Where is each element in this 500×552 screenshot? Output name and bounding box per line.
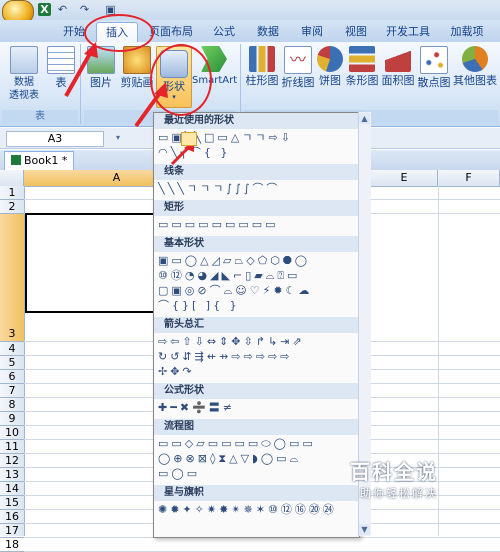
area-chart-label: 面积图	[381, 74, 415, 87]
recent-line-shape-highlight	[181, 132, 197, 146]
tab-data[interactable]: 数据	[250, 22, 286, 42]
menu-section-header: 星与旗帜	[154, 485, 359, 501]
shape-gallery-row[interactable]: ⇨⇦⇧⇩⇔⇕✥⇳↱↳⇥⇗	[158, 335, 354, 349]
tab-view[interactable]: 视图	[338, 22, 374, 42]
shape-gallery-row[interactable]: ↻↺⇵⇶⇷⇸⇨⇨⇨⇨⇨	[158, 350, 354, 364]
pivot-table-label: 数据 透视表	[9, 77, 39, 101]
tab-review[interactable]: 审阅	[294, 22, 330, 42]
scatter-chart-button[interactable]: 散点图	[416, 46, 452, 89]
menu-section-header: 箭头总汇	[154, 317, 359, 333]
menu-section-header: 流程图	[154, 419, 359, 435]
workbook-tab-label: Book1 *	[24, 154, 68, 167]
row-header-18[interactable]: 18	[0, 538, 24, 552]
bar-chart-icon	[349, 46, 375, 72]
column-chart-button[interactable]: 柱形图	[244, 46, 280, 87]
other-charts-button[interactable]: 其他图表	[452, 46, 498, 87]
pie-chart-label: 饼图	[319, 74, 341, 87]
area-chart-button[interactable]: 面积图	[380, 46, 416, 87]
menu-section-header: 基本形状	[154, 236, 359, 252]
column-header-f[interactable]: F	[438, 170, 500, 186]
select-all-corner[interactable]	[0, 170, 24, 186]
shape-gallery-row[interactable]: ▣▭◯△◿▱⏢◇⬠⬡⯃◯	[158, 254, 354, 268]
annotation-arrow-1	[64, 42, 98, 97]
tab-addins[interactable]: 加载项	[442, 22, 492, 42]
shape-gallery-row[interactable]: ◯⊕⊗⊠◊⧗△▽◗◯▭⌓	[158, 452, 354, 466]
area-chart-icon	[385, 46, 411, 72]
tab-developer[interactable]: 开发工具	[380, 22, 436, 42]
column-header-e[interactable]: E	[370, 170, 438, 186]
row-header-13[interactable]: 13	[0, 468, 24, 482]
shape-gallery-row[interactable]: ✺✹✦✧✷✸✴✵✶⑩⑫⑯⑳㉔	[158, 503, 354, 517]
tab-formulas[interactable]: 公式	[206, 22, 242, 42]
pie-chart-button[interactable]: 饼图	[316, 46, 344, 87]
name-box[interactable]: A3	[6, 131, 104, 147]
row-header-16[interactable]: 16	[0, 510, 24, 524]
redo-icon[interactable]: ↷	[78, 3, 91, 16]
row-header-7[interactable]: 7	[0, 384, 24, 398]
column-chart-label: 柱形图	[245, 74, 279, 87]
row-header-6[interactable]: 6	[0, 370, 24, 384]
quick-access-toolbar	[0, 0, 500, 20]
scatter-chart-icon	[420, 46, 448, 74]
excel-icon: X	[38, 3, 51, 16]
workbook-tab[interactable]: Book1 *	[4, 151, 75, 170]
undo-icon[interactable]: ↶	[56, 3, 69, 16]
shape-gallery-row[interactable]: ⑩⑫◔◕◢◣⌐▯▰⌓⍰▭	[158, 269, 354, 283]
column-chart-icon	[249, 46, 275, 72]
shape-gallery-row[interactable]: ✢✥↷	[158, 365, 354, 379]
line-chart-label: 折线图	[281, 76, 315, 89]
tables-group-label: 表	[2, 110, 78, 124]
shape-gallery-row[interactable]: ▭◯▭	[158, 467, 354, 481]
shape-gallery-row[interactable]: ▭▭◇▱▭▭▭▭⬭◯▭▭	[158, 437, 354, 451]
row-header-4[interactable]: 4	[0, 342, 24, 356]
scroll-up-icon[interactable]: ▲	[359, 113, 370, 124]
row-header-9[interactable]: 9	[0, 412, 24, 426]
pivot-table-icon	[10, 46, 38, 74]
scroll-down-icon[interactable]: ▼	[359, 524, 370, 535]
row-header-3[interactable]: 3	[0, 214, 24, 342]
watermark-subtitle: 助你轻松解决	[360, 487, 438, 500]
menu-section-header: 公式形状	[154, 383, 359, 399]
bar-chart-label: 条形图	[345, 74, 379, 87]
menu-section-header: 矩形	[154, 200, 359, 216]
shape-gallery-row[interactable]: ⌒{}[ ]{ }	[158, 299, 354, 313]
pivot-table-button[interactable]: 数据 透视表	[2, 46, 46, 102]
scatter-chart-label: 散点图	[417, 76, 451, 89]
watermark: 百科全说 助你轻松解决	[350, 456, 465, 516]
shape-gallery-row[interactable]: ▭▭▭▭▭▭▭▭▭	[158, 218, 354, 232]
annotation-arrow-2	[134, 82, 168, 128]
watermark-title: 百科全说	[350, 460, 438, 484]
row-header-15[interactable]: 15	[0, 496, 24, 510]
shape-gallery-row[interactable]: ╲╲╲ㄱㄱㄱ∫∫∫⌒⌒	[158, 182, 354, 196]
line-chart-button[interactable]: 〰 折线图	[280, 46, 316, 89]
other-charts-icon	[462, 46, 488, 72]
row-header-11[interactable]: 11	[0, 440, 24, 454]
row-header-14[interactable]: 14	[0, 482, 24, 496]
row-header-8[interactable]: 8	[0, 398, 24, 412]
pie-chart-icon	[317, 46, 343, 72]
row-header-10[interactable]: 10	[0, 426, 24, 440]
bar-chart-button[interactable]: 条形图	[344, 46, 380, 87]
line-chart-icon: 〰	[284, 46, 312, 74]
row-header-1[interactable]: 1	[0, 186, 24, 200]
other-charts-label: 其他图表	[453, 74, 497, 87]
name-box-dropdown-icon[interactable]: ▾	[116, 131, 126, 145]
workbook-icon	[11, 155, 21, 165]
shape-gallery-row[interactable]: ✚━✖➗〓≠	[158, 401, 354, 415]
row-header-2[interactable]: 2	[0, 200, 24, 214]
shape-gallery-row[interactable]: ▢▣◎⊘⌒⌓☺♡⚡✹☾☁	[158, 284, 354, 298]
row-header-12[interactable]: 12	[0, 454, 24, 468]
row-header-5[interactable]: 5	[0, 356, 24, 370]
